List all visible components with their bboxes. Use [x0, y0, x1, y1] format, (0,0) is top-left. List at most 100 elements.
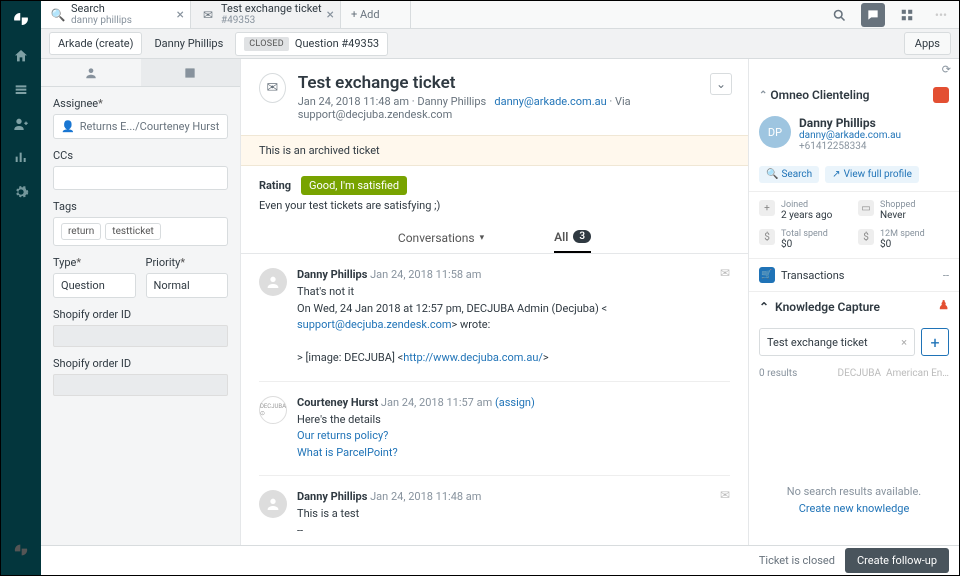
message: Danny Phillips Jan 24, 2018 11:58 am Tha…: [259, 254, 730, 382]
apps-panel: ⟳ ⌃ Omneo Clienteling DP Danny Phillips …: [749, 59, 959, 545]
status-badge: CLOSED: [244, 37, 289, 51]
omneo-header[interactable]: ⌃ Omneo Clienteling: [749, 80, 959, 110]
tab-search[interactable]: 🔍 Search danny phillips ×: [41, 1, 191, 28]
create-followup-button[interactable]: Create follow-up: [845, 548, 949, 573]
breadcrumb-org[interactable]: Arkade (create): [49, 32, 142, 55]
cart-icon: 🛒: [759, 267, 775, 283]
tab-title: Search: [71, 3, 132, 15]
shopify-input[interactable]: [53, 325, 228, 347]
kc-create-link[interactable]: Create new knowledge: [749, 502, 959, 523]
external-icon: ↗: [832, 169, 840, 180]
rating-label: Rating: [259, 179, 291, 192]
archived-banner: This is an archived ticket: [241, 135, 748, 166]
customer-email[interactable]: danny@arkade.com.au: [799, 130, 901, 141]
ccs-label: CCs: [53, 149, 228, 162]
customers-icon[interactable]: [1, 107, 41, 141]
card-icon: ▭: [858, 200, 874, 216]
chevron-down-icon: ▾: [480, 233, 485, 243]
left-sidebar: Assignee 👤 Returns E.../Courteney Hurst …: [41, 59, 241, 545]
knowledge-capture-header[interactable]: ⌃ Knowledge Capture ♟: [749, 292, 959, 322]
assignee-select[interactable]: 👤 Returns E.../Courteney Hurst: [53, 114, 228, 139]
zendesk-logo-icon[interactable]: [9, 7, 33, 31]
mail-icon: ✉: [201, 8, 215, 22]
tag-chip[interactable]: testticket: [105, 223, 161, 240]
user-icon: +: [759, 200, 775, 216]
dollar-icon: $: [858, 229, 874, 245]
user-icon: 👤: [61, 120, 75, 133]
url-link[interactable]: http://www.decjuba.com.au/: [403, 351, 543, 364]
omneo-app-icon: [933, 87, 949, 103]
tab-add[interactable]: + Add: [341, 1, 411, 28]
email-link[interactable]: support@decjuba.zendesk.com: [297, 318, 452, 331]
customer-phone: +61412258334: [799, 141, 901, 152]
zendesk-footer-icon: [1, 533, 41, 567]
apps-button[interactable]: Apps: [904, 32, 951, 55]
breadcrumb: Arkade (create) Danny Phillips CLOSED Qu…: [41, 29, 959, 59]
avatar: [259, 268, 287, 296]
tab-ticket[interactable]: ✉ Test exchange ticket #49353 ×: [191, 1, 341, 28]
breadcrumb-user[interactable]: Danny Phillips: [146, 33, 231, 54]
message: DECJUBA⊙ Courteney Hurst Jan 24, 2018 11…: [259, 382, 730, 477]
kb-link[interactable]: What is ParcelPoint?: [297, 446, 398, 459]
home-icon[interactable]: [1, 39, 41, 73]
sidebar-tab-ticket[interactable]: [141, 59, 241, 86]
shopify-label: Shopify order ID: [53, 308, 228, 321]
close-icon[interactable]: ×: [177, 7, 184, 23]
customer-name: Danny Phillips: [799, 116, 901, 130]
avatar: DECJUBA⊙: [259, 396, 287, 424]
priority-select[interactable]: Normal: [146, 273, 229, 298]
tag-chip[interactable]: return: [61, 223, 101, 240]
apps-grid-icon[interactable]: [895, 3, 919, 27]
avatar: [259, 490, 287, 518]
view-profile-action[interactable]: ↗View full profile: [825, 166, 919, 183]
chat-icon[interactable]: [861, 3, 885, 27]
search-icon: 🔍: [51, 8, 65, 22]
tags-label: Tags: [53, 200, 228, 213]
mail-icon: ✉: [720, 488, 730, 502]
kc-empty-state: No search results available.: [749, 385, 959, 502]
views-icon[interactable]: [1, 73, 41, 107]
tab-title: Test exchange ticket: [221, 3, 322, 15]
tab-conversations[interactable]: Conversations ▾: [398, 231, 484, 245]
search-action[interactable]: 🔍Search: [759, 166, 819, 183]
ticket-closed-label: Ticket is closed: [759, 554, 835, 567]
tab-all[interactable]: All 3: [554, 222, 591, 253]
count-badge: 3: [573, 230, 591, 243]
assign-link[interactable]: (assign): [495, 396, 535, 409]
chevron-down-icon[interactable]: ⌄: [710, 73, 732, 95]
collapse-icon: ⌃: [759, 300, 769, 314]
ccs-input[interactable]: [53, 166, 228, 190]
ticket-title: Test exchange ticket: [298, 73, 730, 93]
refresh-icon[interactable]: ⟳: [942, 63, 951, 76]
ticket-email-link[interactable]: danny@arkade.com.au: [494, 95, 606, 108]
mail-icon: ✉: [720, 266, 730, 280]
type-label: Type: [53, 256, 136, 269]
message: Danny Phillips Jan 24, 2018 11:48 am Thi…: [259, 476, 730, 545]
top-tabs: 🔍 Search danny phillips × ✉ Test exchang…: [41, 1, 959, 29]
left-nav: [1, 1, 41, 575]
priority-label: Priority: [146, 256, 229, 269]
breadcrumb-ticket[interactable]: CLOSED Question #49353: [235, 32, 388, 56]
admin-icon[interactable]: [1, 175, 41, 209]
transactions-row[interactable]: 🛒 Transactions --: [749, 259, 959, 292]
kc-result-count: 0 results: [759, 368, 797, 379]
kc-add-button[interactable]: +: [921, 328, 949, 356]
assignee-label: Assignee: [53, 97, 228, 110]
close-icon[interactable]: ×: [327, 7, 334, 23]
sidebar-tab-user[interactable]: [41, 59, 141, 86]
kc-search-input[interactable]: Test exchange ticket ×: [759, 328, 915, 356]
search-icon[interactable]: [827, 3, 851, 27]
tab-subtitle: #49353: [221, 15, 322, 26]
kb-link[interactable]: Our returns policy?: [297, 429, 388, 442]
collapse-icon: ⌃: [759, 90, 767, 101]
tags-input[interactable]: return testticket: [53, 217, 228, 246]
reporting-icon[interactable]: [1, 141, 41, 175]
more-icon[interactable]: •••: [929, 3, 953, 27]
clear-icon[interactable]: ×: [901, 336, 907, 349]
type-select[interactable]: Question: [53, 273, 136, 298]
shopify-input[interactable]: [53, 374, 228, 396]
mail-icon: ✉: [259, 73, 286, 103]
ticket-main: ✉ Test exchange ticket Jan 24, 2018 11:4…: [241, 59, 749, 545]
ticket-meta: Jan 24, 2018 11:48 am · Danny Phillips d…: [298, 95, 730, 121]
tab-subtitle: danny phillips: [71, 15, 132, 26]
